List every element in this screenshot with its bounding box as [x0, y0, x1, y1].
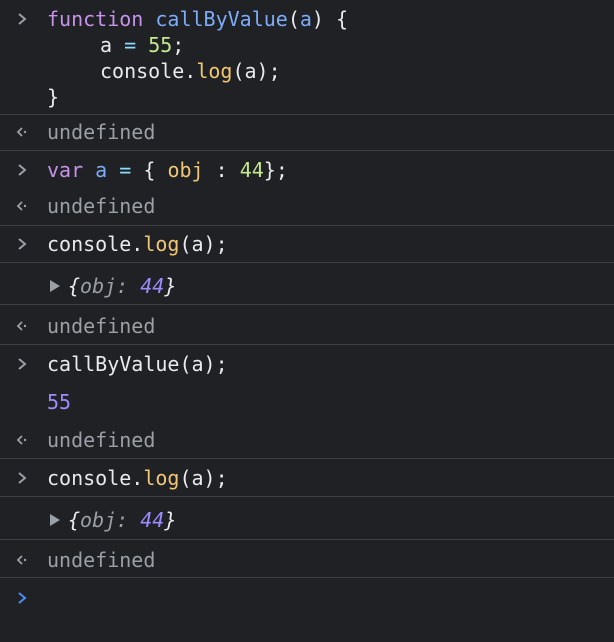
var-name: a	[95, 158, 108, 182]
code-line-2: a = 55;	[100, 32, 184, 58]
separator	[0, 304, 614, 305]
code-line: console.log(a);	[47, 231, 228, 257]
keyword-function: function	[47, 7, 144, 31]
number-literal: 55	[148, 33, 173, 57]
console-object: console	[47, 232, 132, 256]
console-result: undefined	[0, 547, 614, 573]
log-value: 55	[47, 390, 72, 414]
brace-open: {	[143, 158, 168, 182]
chevron-right-icon	[10, 157, 34, 183]
console-result: undefined	[0, 119, 614, 145]
brace-open: {	[323, 7, 349, 31]
method-log: log	[143, 466, 180, 490]
property-key: obj	[80, 274, 117, 298]
return-arrow-icon	[10, 313, 34, 339]
colon: :	[116, 508, 129, 532]
separator	[0, 344, 614, 345]
call-args: (a);	[232, 59, 281, 83]
semicolon: ;	[172, 33, 185, 57]
return-arrow-icon	[10, 547, 34, 573]
dot: .	[184, 59, 197, 83]
return-arrow-icon	[10, 427, 34, 453]
colon: :	[116, 274, 129, 298]
separator	[0, 458, 614, 459]
console-input-log[interactable]: console.log(a);	[0, 231, 614, 257]
result-text: undefined	[47, 548, 156, 572]
property-key: obj	[80, 508, 117, 532]
separator	[0, 150, 614, 151]
console-input-call[interactable]: callByValue(a);	[0, 351, 614, 377]
console-input-function-def[interactable]: function callByValue(a) { a = 55; consol…	[0, 4, 614, 112]
var-a: a	[100, 33, 113, 57]
call-args: (a);	[179, 232, 228, 256]
operator-assign: =	[119, 158, 132, 182]
call-args: (a);	[179, 466, 228, 490]
console-result: undefined	[0, 193, 614, 219]
console-prompt[interactable]	[0, 585, 614, 611]
chevron-right-icon	[10, 231, 34, 257]
property-value: 44	[140, 508, 165, 532]
result-text: undefined	[47, 314, 156, 338]
dot: .	[131, 232, 144, 256]
result-text: undefined	[47, 194, 156, 218]
brace-close: }	[164, 274, 177, 298]
brace-close: }	[164, 508, 177, 532]
console-input-log[interactable]: console.log(a);	[0, 465, 614, 491]
brace-close: }	[47, 85, 60, 109]
object-preview[interactable]: {obj: 44}	[50, 507, 176, 533]
dot: .	[131, 466, 144, 490]
return-arrow-icon	[10, 193, 34, 219]
console-object: console	[47, 466, 132, 490]
console-log-object[interactable]: {obj: 44}	[0, 273, 614, 299]
chevron-right-icon	[10, 6, 34, 32]
chevron-right-icon	[10, 465, 34, 491]
separator	[0, 539, 614, 540]
code-line: callByValue(a);	[47, 352, 228, 376]
console-object: console	[100, 59, 185, 83]
operator-assign: =	[124, 33, 137, 57]
console-log-number: 55	[0, 389, 614, 415]
keyword-var: var	[47, 158, 84, 182]
brace-close: };	[263, 158, 288, 182]
paren-close: )	[311, 7, 324, 31]
separator	[0, 496, 614, 497]
number-literal: 44	[239, 158, 264, 182]
method-log: log	[143, 232, 180, 256]
brace-open: {	[68, 508, 81, 532]
triangle-right-icon[interactable]	[50, 280, 60, 292]
return-arrow-icon	[10, 119, 34, 145]
chevron-right-icon	[10, 585, 34, 611]
code-line: console.log(a);	[47, 465, 228, 491]
property-key: obj	[167, 158, 204, 182]
result-text: undefined	[47, 120, 156, 144]
code-line-1: function callByValue(a) {	[47, 6, 348, 32]
console-log-object[interactable]: {obj: 44}	[0, 507, 614, 533]
console-input-var[interactable]: var a = { obj : 44};	[0, 157, 614, 183]
code-line-4: }	[47, 84, 59, 110]
devtools-console: function callByValue(a) { a = 55; consol…	[0, 0, 614, 642]
paren-open: (	[287, 7, 300, 31]
code-line-3: console.log(a);	[100, 58, 281, 84]
console-input[interactable]	[47, 585, 587, 611]
separator	[0, 225, 614, 226]
object-preview[interactable]: {obj: 44}	[50, 273, 176, 299]
function-name: callByValue	[155, 7, 288, 31]
method-log: log	[196, 59, 233, 83]
separator	[0, 262, 614, 263]
colon: :	[203, 158, 240, 182]
param-a: a	[299, 7, 312, 31]
triangle-right-icon[interactable]	[50, 514, 60, 526]
separator	[0, 577, 614, 578]
brace-open: {	[68, 274, 81, 298]
chevron-right-icon	[10, 351, 34, 377]
separator	[0, 114, 614, 115]
code-line: var a = { obj : 44};	[47, 157, 288, 183]
result-text: undefined	[47, 428, 156, 452]
property-value: 44	[140, 274, 165, 298]
console-result: undefined	[0, 313, 614, 339]
console-result: undefined	[0, 427, 614, 453]
